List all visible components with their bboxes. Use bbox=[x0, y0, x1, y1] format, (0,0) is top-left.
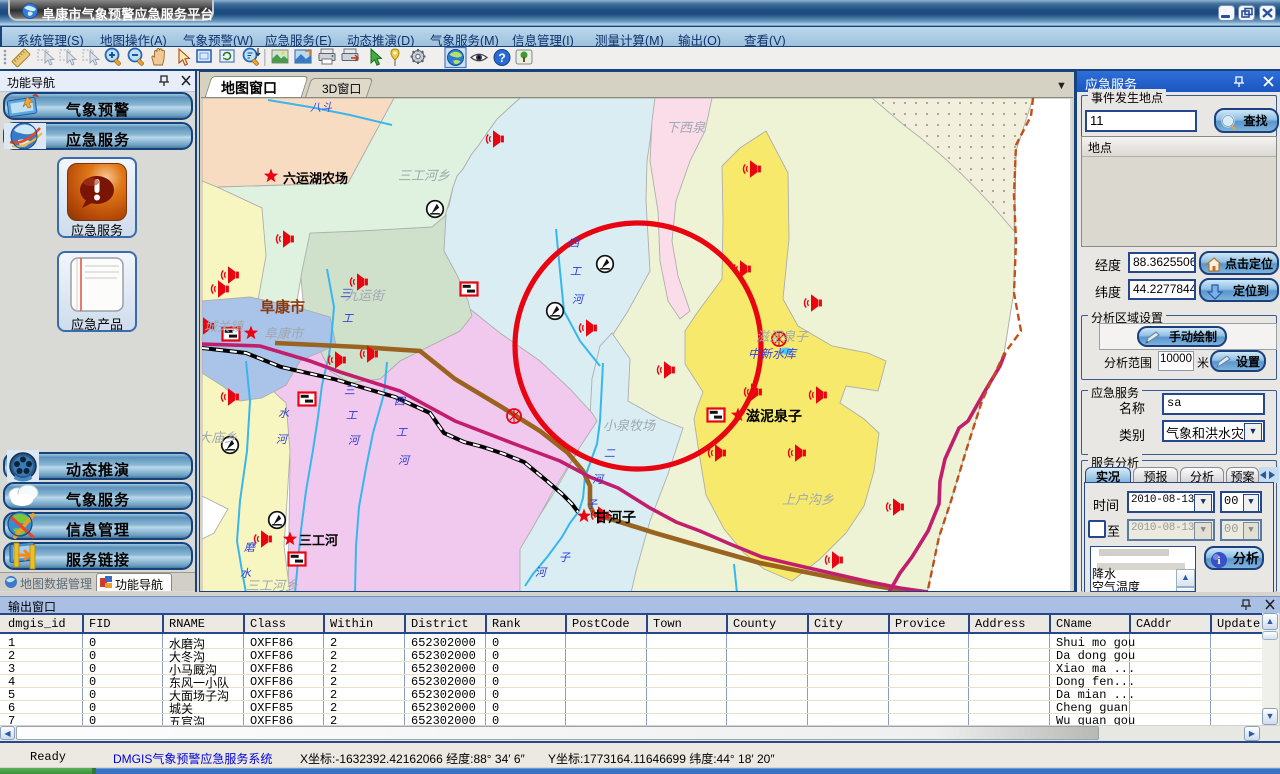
svg-text:三工河乡: 三工河乡 bbox=[246, 578, 298, 591]
svg-text:?: ? bbox=[498, 51, 505, 65]
svg-text:水: 水 bbox=[240, 567, 252, 580]
svg-text:小泉牧场: 小泉牧场 bbox=[603, 418, 656, 433]
svg-text:三工河: 三工河 bbox=[299, 533, 338, 548]
svg-text:城关镇: 城关镇 bbox=[204, 319, 245, 334]
svg-text:三: 三 bbox=[344, 385, 356, 397]
svg-text:三工河乡: 三工河乡 bbox=[398, 168, 450, 183]
svg-text:下西泉: 下西泉 bbox=[666, 120, 706, 135]
svg-text:阜康市: 阜康市 bbox=[260, 298, 305, 316]
svg-text:工: 工 bbox=[342, 313, 354, 325]
svg-text:九运街: 九运街 bbox=[345, 288, 386, 303]
svg-text:滋泥泉子: 滋泥泉子 bbox=[746, 408, 802, 424]
svg-text:大庙乡: 大庙乡 bbox=[202, 430, 237, 445]
svg-text:工: 工 bbox=[570, 266, 582, 278]
svg-text:上户沟乡: 上户沟乡 bbox=[782, 492, 834, 507]
svg-text:甘河子: 甘河子 bbox=[594, 509, 636, 525]
svg-text:i: i bbox=[1217, 555, 1220, 567]
svg-text:子: 子 bbox=[586, 499, 598, 511]
svg-text:工: 工 bbox=[346, 410, 358, 422]
svg-text:三: 三 bbox=[340, 288, 352, 300]
svg-text:水: 水 bbox=[278, 407, 290, 420]
svg-text:八斗: 八斗 bbox=[310, 101, 333, 114]
svg-text:六运湖农场: 六运湖农场 bbox=[283, 171, 348, 186]
svg-text:子: 子 bbox=[559, 552, 571, 564]
svg-text:二: 二 bbox=[604, 448, 616, 460]
svg-text:阜康市: 阜康市 bbox=[264, 326, 305, 341]
svg-text:中新水库: 中新水库 bbox=[748, 347, 798, 361]
svg-text:工: 工 bbox=[396, 427, 408, 439]
svg-text:滋泥泉子: 滋泥泉子 bbox=[756, 329, 809, 344]
